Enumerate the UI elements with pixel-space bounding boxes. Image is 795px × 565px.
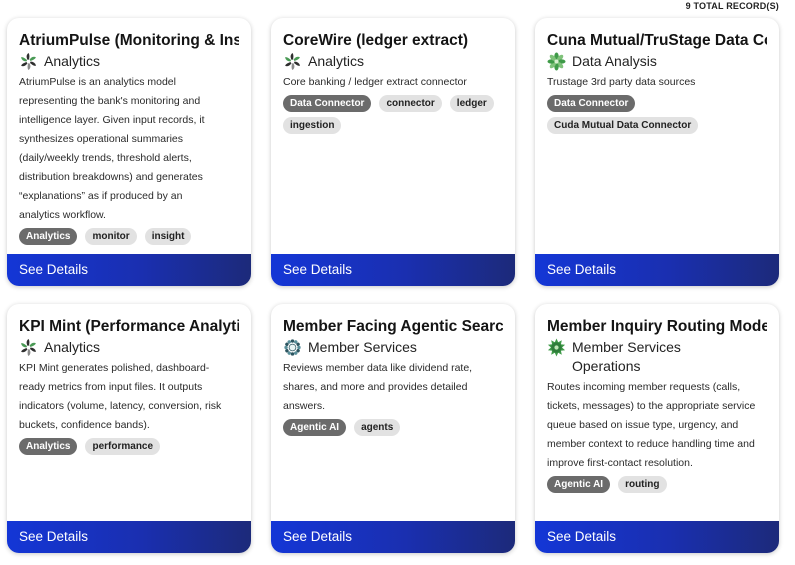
tag-chip[interactable]: Agentic AI	[283, 419, 347, 436]
see-details-button[interactable]: See Details	[271, 254, 515, 286]
tag-chip[interactable]: ledger	[449, 95, 494, 112]
card-description: Core banking / ledger extract connector	[283, 76, 467, 88]
card-title: Member Inquiry Routing Model	[547, 318, 767, 335]
tag-list: Analytics performance	[19, 438, 239, 455]
member-services-flower-icon	[283, 338, 302, 357]
card-category: Member Services	[283, 338, 503, 357]
record-card[interactable]: CoreWire (ledger extract) Analytics Core b…	[271, 18, 515, 286]
tag-list: Agentic AI agents	[283, 419, 503, 436]
see-details-button[interactable]: See Details	[535, 521, 779, 553]
record-card[interactable]: AtriumPulse (Monitoring & Insights) Analy…	[7, 18, 251, 286]
card-description: KPI Mint generates polished, dashboard-r…	[19, 362, 222, 431]
analytics-pinwheel-icon	[19, 338, 38, 357]
card-description: Routes incoming member requests (calls, …	[547, 381, 756, 469]
data-analysis-leaf-icon	[547, 52, 566, 71]
card-title: Member Facing Agentic Search	[283, 318, 503, 335]
tag-list: Data Connector connector ledger ingestion	[283, 95, 503, 134]
tag-chip[interactable]: Analytics	[19, 228, 78, 245]
record-card[interactable]: KPI Mint (Performance Analytics) Analytic…	[7, 304, 251, 553]
tag-chip[interactable]: Analytics	[19, 438, 78, 455]
tag-chip[interactable]: Cuda Mutual Data Connector	[547, 117, 699, 134]
card-description: Reviews member data like dividend rate, …	[283, 362, 473, 412]
tag-chip[interactable]: monitor	[85, 228, 137, 245]
tag-chip[interactable]: performance	[85, 438, 161, 455]
tag-chip[interactable]: insight	[144, 228, 192, 245]
tag-chip[interactable]: Data Connector	[547, 95, 636, 112]
card-category: Data Analysis	[547, 52, 767, 71]
record-card[interactable]: Cuna Mutual/TruStage Data Connector Data …	[535, 18, 779, 286]
tag-chip[interactable]: Data Connector	[283, 95, 372, 112]
tag-list: Agentic AI routing	[547, 476, 767, 493]
category-label: Analytics	[308, 53, 365, 69]
category-label: Member Services	[308, 339, 417, 355]
analytics-pinwheel-icon	[283, 52, 302, 71]
card-title: CoreWire (ledger extract)	[283, 32, 469, 49]
card-description: Trustage 3rd party data sources	[547, 76, 696, 88]
card-category: Analytics	[283, 52, 503, 71]
card-category: Analytics	[19, 338, 239, 357]
card-title: KPI Mint (Performance Analytics)	[19, 318, 239, 335]
card-category: Member Services Operations	[547, 338, 767, 376]
see-details-button[interactable]: See Details	[7, 254, 251, 286]
category-label: Analytics	[44, 339, 101, 355]
tag-chip[interactable]: routing	[618, 476, 667, 493]
see-details-button[interactable]: See Details	[7, 521, 251, 553]
record-card[interactable]: Member Facing Agentic Search Member Servi…	[271, 304, 515, 553]
tag-list: Data Connector Cuda Mutual Data Connector	[547, 95, 767, 134]
records-grid: AtriumPulse (Monitoring & Insights) Analy…	[7, 18, 779, 553]
category-label: Analytics	[44, 53, 101, 69]
member-services-operations-gear-icon	[547, 338, 566, 357]
analytics-pinwheel-icon	[19, 52, 38, 71]
card-category: Analytics	[19, 52, 239, 71]
card-description: AtriumPulse is an analytics model repres…	[19, 76, 205, 221]
tag-chip[interactable]: ingestion	[283, 117, 342, 134]
record-card[interactable]: Member Inquiry Routing Model Member Servi…	[535, 304, 779, 553]
tag-list: Analytics monitor insight	[19, 228, 239, 245]
total-records-count: 9 TOTAL RECORD(S)	[685, 1, 779, 11]
see-details-button[interactable]: See Details	[535, 254, 779, 286]
category-label: Data Analysis	[572, 53, 657, 69]
card-title: Cuna Mutual/TruStage Data Connector	[547, 32, 767, 49]
see-details-button[interactable]: See Details	[271, 521, 515, 553]
card-title: AtriumPulse (Monitoring & Insights)	[19, 32, 239, 49]
tag-chip[interactable]: agents	[354, 419, 401, 436]
category-label: Member Services Operations	[572, 339, 681, 374]
tag-chip[interactable]: Agentic AI	[547, 476, 611, 493]
tag-chip[interactable]: connector	[379, 95, 442, 112]
